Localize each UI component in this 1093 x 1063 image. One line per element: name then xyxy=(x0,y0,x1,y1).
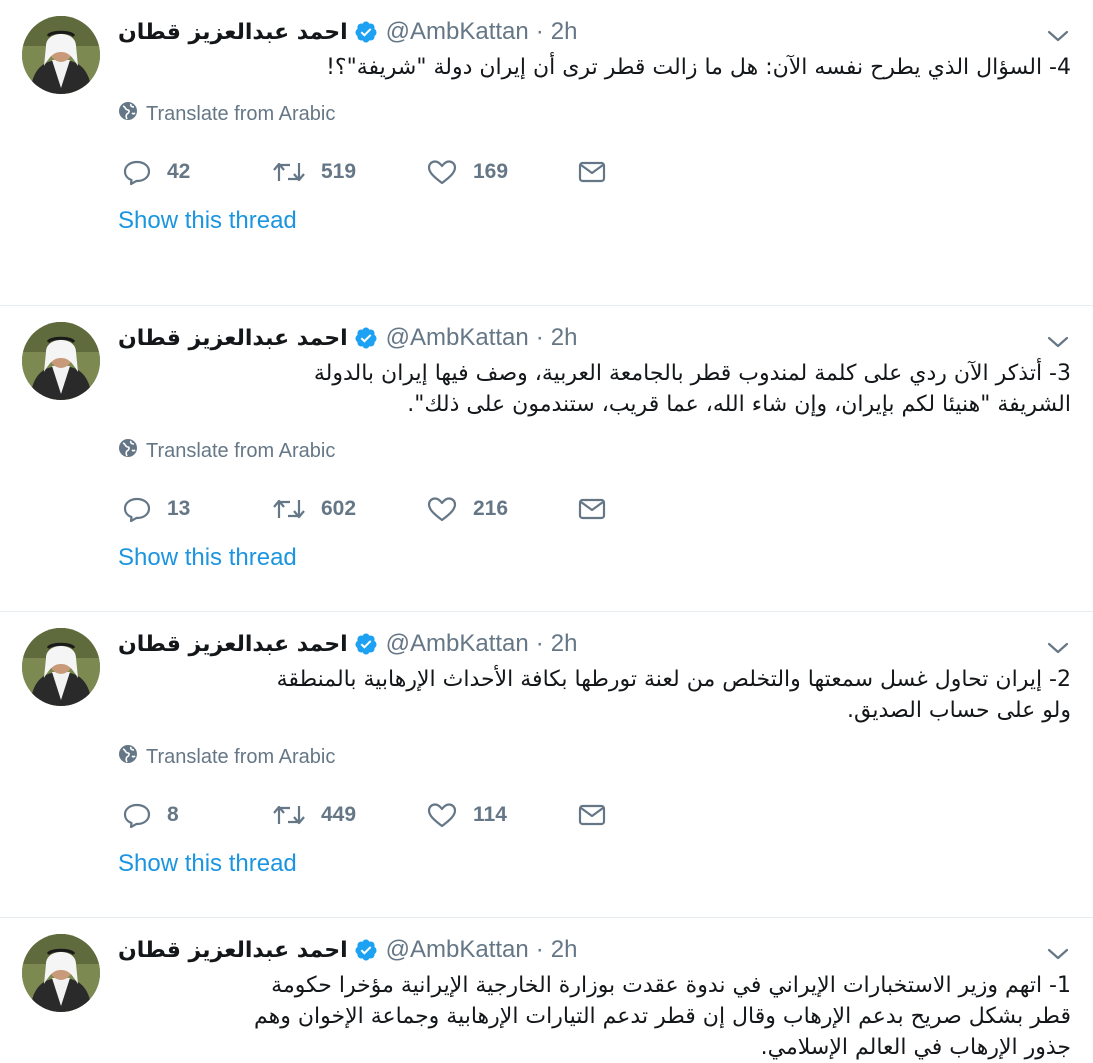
globe-icon xyxy=(118,101,146,127)
separator-dot: · xyxy=(535,18,544,45)
avatar[interactable] xyxy=(22,16,100,94)
timestamp[interactable]: 2h xyxy=(551,936,578,964)
reply-count: 13 xyxy=(167,497,191,520)
verified-badge-icon xyxy=(354,326,378,350)
retweet-button[interactable]: 602 xyxy=(272,495,426,523)
tweet-header: احمد عبدالعزيز قطان @AmbKattan · 2h xyxy=(118,932,577,968)
retweet-count: 602 xyxy=(321,497,357,520)
tweet-text: 1- اتهم وزير الاستخبارات الإيراني في ندو… xyxy=(118,970,1071,1063)
chevron-down-icon[interactable] xyxy=(1045,943,1071,965)
author-name[interactable]: احمد عبدالعزيز قطان xyxy=(118,20,348,45)
reply-icon xyxy=(122,800,152,830)
translate-label: Translate from Arabic xyxy=(146,745,336,768)
like-button[interactable]: 169 xyxy=(426,158,578,186)
globe-icon xyxy=(118,744,146,770)
author-name[interactable]: احمد عبدالعزيز قطان xyxy=(118,938,348,963)
tweet-text-line: جذور الإرهاب في العالم الإسلامي. xyxy=(760,1035,1071,1060)
timestamp[interactable]: 2h xyxy=(551,630,578,658)
tweet-text: 2- إيران تحاول غسل سمعتها والتخلص من لعن… xyxy=(118,664,1071,726)
separator-dot: · xyxy=(535,630,544,657)
direct-message-button[interactable] xyxy=(578,803,606,827)
reply-count: 8 xyxy=(167,803,179,826)
verified-badge-icon xyxy=(354,938,378,962)
author-handle[interactable]: @AmbKattan xyxy=(386,936,529,964)
like-button[interactable]: 114 xyxy=(426,801,578,829)
tweet-text: 3- أتذكر الآن ردي على كلمة لمندوب قطر با… xyxy=(118,358,1071,420)
separator-dot: · xyxy=(535,324,544,351)
tweet[interactable]: احمد عبدالعزيز قطان @AmbKattan · 2h 3- أتذكر… xyxy=(0,306,1093,612)
reply-button[interactable]: 8 xyxy=(122,800,272,830)
chevron-down-icon[interactable] xyxy=(1045,331,1071,353)
like-count: 169 xyxy=(473,160,509,183)
chevron-down-icon[interactable] xyxy=(1045,25,1071,47)
tweet-text-line: 3- أتذكر الآن ردي على كلمة لمندوب قطر با… xyxy=(313,361,1071,386)
tweet[interactable]: احمد عبدالعزيز قطان @AmbKattan · 2h 4- السؤا… xyxy=(0,0,1093,306)
retweet-count: 519 xyxy=(321,160,357,183)
tweet-text-line: 4- السؤال الذي يطرح نفسه الآن: هل ما زال… xyxy=(326,55,1071,80)
tweet-header: احمد عبدالعزيز قطان @AmbKattan · 2h xyxy=(118,626,577,662)
tweet-text-line: 1- اتهم وزير الاستخبارات الإيراني في ندو… xyxy=(271,973,1071,998)
heart-icon xyxy=(426,158,458,186)
reply-icon xyxy=(122,157,152,187)
timeline-feed: احمد عبدالعزيز قطان @AmbKattan · 2h 4- السؤا… xyxy=(0,0,1093,1060)
retweet-icon xyxy=(272,801,306,829)
retweet-button[interactable]: 449 xyxy=(272,801,426,829)
retweet-count: 449 xyxy=(321,803,357,826)
avatar[interactable] xyxy=(22,322,100,400)
tweet-text-line: 2- إيران تحاول غسل سمعتها والتخلص من لعن… xyxy=(276,667,1071,692)
show-thread-link[interactable]: Show this thread xyxy=(118,544,297,572)
reply-icon xyxy=(122,494,152,524)
retweet-icon xyxy=(272,495,306,523)
author-handle[interactable]: @AmbKattan xyxy=(386,630,529,658)
tweet-actions: 42 519 169 xyxy=(122,157,606,187)
tweet-text-line: قطر بشكل صريح بدعم الإرهاب وقال إن قطر ت… xyxy=(253,1004,1071,1029)
verified-badge-icon xyxy=(354,20,378,44)
translate-label: Translate from Arabic xyxy=(146,102,336,125)
globe-icon xyxy=(118,438,146,464)
like-button[interactable]: 216 xyxy=(426,495,578,523)
tweet-actions: 8 449 114 xyxy=(122,800,606,830)
tweet-actions: 13 602 216 xyxy=(122,494,606,524)
translate-link[interactable]: Translate from Arabic xyxy=(118,744,335,770)
verified-badge-icon xyxy=(354,632,378,656)
translate-link[interactable]: Translate from Arabic xyxy=(118,438,335,464)
heart-icon xyxy=(426,801,458,829)
separator-dot: · xyxy=(535,936,544,963)
tweet-header: احمد عبدالعزيز قطان @AmbKattan · 2h xyxy=(118,14,577,50)
tweet[interactable]: احمد عبدالعزيز قطان @AmbKattan · 2h 2- إيران… xyxy=(0,612,1093,918)
avatar[interactable] xyxy=(22,628,100,706)
tweet-text: 4- السؤال الذي يطرح نفسه الآن: هل ما زال… xyxy=(118,52,1071,83)
author-handle[interactable]: @AmbKattan xyxy=(386,18,529,46)
timestamp[interactable]: 2h xyxy=(551,324,578,352)
timestamp[interactable]: 2h xyxy=(551,18,578,46)
reply-button[interactable]: 13 xyxy=(122,494,272,524)
tweet-header: احمد عبدالعزيز قطان @AmbKattan · 2h xyxy=(118,320,577,356)
envelope-icon xyxy=(578,497,606,521)
tweet[interactable]: احمد عبدالعزيز قطان @AmbKattan · 2h 1- اتهم … xyxy=(0,918,1093,1060)
direct-message-button[interactable] xyxy=(578,497,606,521)
show-thread-link[interactable]: Show this thread xyxy=(118,207,297,235)
author-name[interactable]: احمد عبدالعزيز قطان xyxy=(118,326,348,351)
show-thread-link[interactable]: Show this thread xyxy=(118,850,297,878)
like-count: 114 xyxy=(473,803,507,826)
author-name[interactable]: احمد عبدالعزيز قطان xyxy=(118,632,348,657)
reply-button[interactable]: 42 xyxy=(122,157,272,187)
translate-label: Translate from Arabic xyxy=(146,439,336,462)
tweet-text-line: الشريفة "هنيئا لكم بإيران، وإن شاء الله،… xyxy=(407,392,1071,417)
chevron-down-icon[interactable] xyxy=(1045,637,1071,659)
envelope-icon xyxy=(578,803,606,827)
avatar[interactable] xyxy=(22,934,100,1012)
heart-icon xyxy=(426,495,458,523)
direct-message-button[interactable] xyxy=(578,160,606,184)
author-handle[interactable]: @AmbKattan xyxy=(386,324,529,352)
tweet-text-line: ولو على حساب الصديق. xyxy=(847,698,1071,723)
retweet-button[interactable]: 519 xyxy=(272,158,426,186)
envelope-icon xyxy=(578,160,606,184)
retweet-icon xyxy=(272,158,306,186)
like-count: 216 xyxy=(473,497,509,520)
reply-count: 42 xyxy=(167,160,191,183)
translate-link[interactable]: Translate from Arabic xyxy=(118,101,335,127)
